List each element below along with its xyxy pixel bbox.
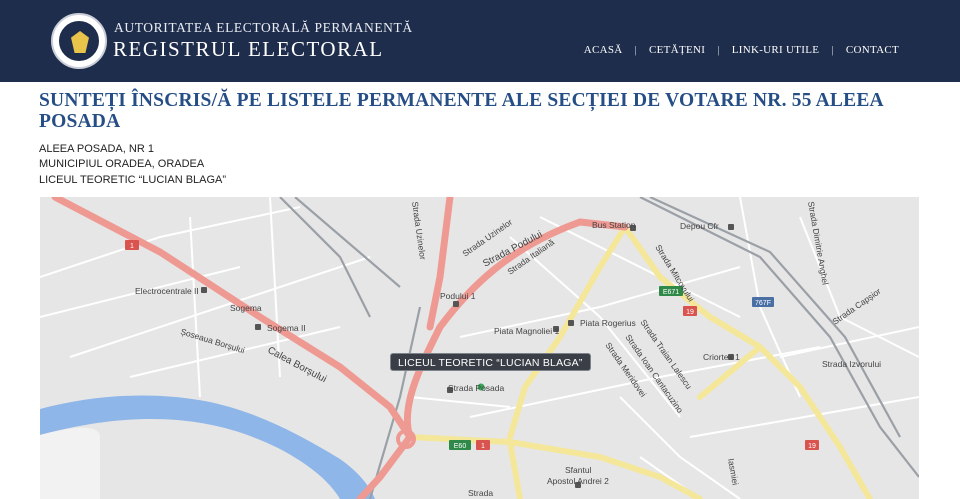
address-city: MUNICIPIUL ORADEA, ORADEA xyxy=(39,158,205,170)
eagle-icon xyxy=(71,31,89,53)
location-marker-label[interactable]: LICEUL TEORETIC “LUCIAN BLAGA” xyxy=(390,353,591,371)
shield-e671: E671 xyxy=(663,289,679,296)
map-view[interactable]: 1 E671 19 767F E60 1 19 Electrocentrale … xyxy=(40,197,919,499)
label-strada-bottom: Strada xyxy=(468,488,493,498)
nav-separator: | xyxy=(831,44,834,56)
shield-1: 1 xyxy=(130,243,134,250)
shield-19b: 19 xyxy=(808,443,816,450)
page-title: SUNTEȚI ÎNSCRIS/Ă PE LISTELE PERMANENTE … xyxy=(39,90,883,132)
nav-link-uri-utile[interactable]: LINK-URI UTILE xyxy=(732,44,820,56)
logo-inner-ring xyxy=(58,20,100,62)
label-depou-cfr: Depou Cfr xyxy=(680,221,719,231)
nav-cetateni[interactable]: CETĂȚENI xyxy=(649,44,705,56)
map-canvas: 1 E671 19 767F E60 1 19 Electrocentrale … xyxy=(40,197,919,499)
label-bus-station: Bus Station xyxy=(592,220,636,230)
shield-e60: E60 xyxy=(454,443,467,450)
address-street: ALEEA POSADA, NR 1 xyxy=(39,143,154,155)
label-iasmiei: Iasmiei xyxy=(726,458,741,486)
label-piata-magnoliei: Piata Magnoliei 1 xyxy=(494,326,559,336)
label-strada-capsior: Strada Capșior xyxy=(830,286,882,327)
nav-separator: | xyxy=(717,44,720,56)
main-nav: ACASĂ | CETĂȚENI | LINK-URI UTILE | CONT… xyxy=(584,44,899,56)
label-strada-izvorului: Strada Izvorului xyxy=(822,359,881,369)
national-roads xyxy=(51,197,629,499)
label-podului-1: Podului 1 xyxy=(440,291,476,301)
label-apostol-andrei: Apostol Andrei 2 xyxy=(547,476,609,486)
nav-contact[interactable]: CONTACT xyxy=(846,44,899,56)
org-name: AUTORITATEA ELECTORALĂ PERMANENTĂ xyxy=(114,20,413,35)
nav-acasa[interactable]: ACASĂ xyxy=(584,44,623,56)
label-electrocentrale: Electrocentrale II xyxy=(135,286,199,296)
label-strada-uzinelor-vertical: Strada Uzinelor xyxy=(410,201,428,261)
nav-separator: | xyxy=(634,44,638,56)
label-criortex: Criortex 1 xyxy=(703,352,740,362)
label-strada-posada: Strada Posada xyxy=(448,383,505,393)
label-sfantul: Sfantul xyxy=(565,465,592,475)
land-area xyxy=(40,427,100,499)
label-soseaua-borsului: Șoseaua Borșului xyxy=(179,326,246,355)
address-location: LICEUL TEORETIC “LUCIAN BLAGA” xyxy=(39,174,227,186)
shield-19: 19 xyxy=(686,309,694,316)
label-sogema: Sogema xyxy=(230,303,262,313)
site-title[interactable]: REGISTRUL ELECTORAL xyxy=(113,37,384,62)
label-piata-rogerius: Piata Rogerius xyxy=(580,318,636,328)
label-sogema-2: Sogema II xyxy=(267,323,306,333)
coat-of-arms-logo[interactable] xyxy=(51,13,107,69)
shield-767f: 767F xyxy=(755,300,771,307)
shield-1b: 1 xyxy=(481,443,485,450)
site-header: AUTORITATEA ELECTORALĂ PERMANENTĂ REGIST… xyxy=(0,0,960,82)
